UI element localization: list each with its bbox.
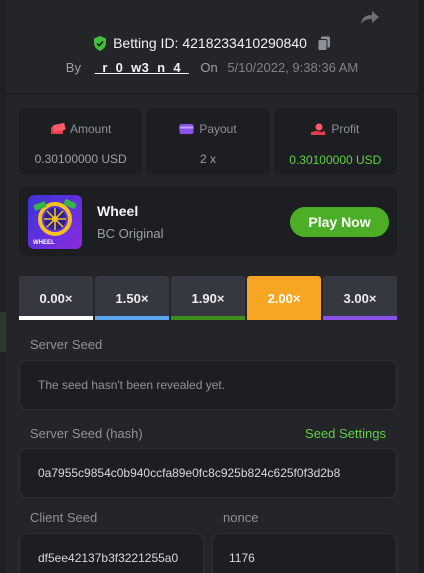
- nonce-field[interactable]: 1176: [212, 533, 397, 573]
- nonce-label: nonce: [223, 510, 259, 525]
- payout-tab-4[interactable]: 3.00×: [323, 276, 397, 320]
- username-link[interactable]: _r_0_w3_n_4_: [95, 60, 189, 75]
- stat-amount: Amount 0.30100000 USD: [19, 108, 143, 175]
- bet-id-text: Betting ID: 4218233410290840: [113, 35, 307, 51]
- stat-amount-label: Amount: [69, 122, 112, 136]
- server-seed-field[interactable]: The seed hasn't been revealed yet.: [19, 360, 397, 410]
- bet-date: 5/10/2022, 9:38:36 AM: [227, 60, 359, 75]
- payout-tab-label: 0.00×: [39, 290, 73, 306]
- copy-icon[interactable]: [317, 36, 331, 51]
- payout-tab-1[interactable]: 1.50×: [95, 276, 169, 320]
- payout-color-bar: [19, 316, 93, 320]
- thumb-text: WHEEL: [33, 240, 55, 246]
- share-icon[interactable]: [358, 8, 382, 28]
- payout-tab-3[interactable]: 2.00×: [247, 276, 321, 320]
- server-seed-hash-field[interactable]: 0a7955c9854c0b940ccfa89e0fc8c925b824c625…: [19, 448, 397, 498]
- bet-id-row: Betting ID: 4218233410290840: [6, 35, 418, 54]
- bet-details-panel: Betting ID: 4218233410290840 By _r_0_w3_…: [6, 0, 418, 573]
- payout-tab-label: 1.90×: [191, 290, 225, 306]
- seed-settings-link[interactable]: Seed Settings: [305, 426, 386, 441]
- stat-payout-label: Payout: [199, 122, 237, 136]
- payout-tab-label: 3.00×: [343, 290, 377, 306]
- server-seed-label: Server Seed: [30, 337, 103, 352]
- payout-tab-2[interactable]: 1.90×: [171, 276, 245, 320]
- stat-payout-value: 2 x: [199, 152, 216, 166]
- stat-profit: Profit 0.30100000 USD: [273, 108, 397, 175]
- stat-amount-value: 0.30100000 USD: [34, 152, 127, 166]
- wheel-game-thumbnail[interactable]: WHEEL: [28, 195, 82, 249]
- bet-stats: Amount 0.30100000 USD Payout 2 x Profit …: [19, 108, 397, 175]
- stat-payout: Payout 2 x: [146, 108, 270, 175]
- payout-tabs: 0.00× 1.50× 1.90× 2.00× 3.00×: [19, 276, 397, 320]
- money-stack-icon: [50, 123, 66, 135]
- server-seed-hash-label: Server Seed (hash): [30, 426, 143, 441]
- wallet-icon: [179, 123, 194, 135]
- client-seed-label: Client Seed: [30, 510, 98, 525]
- verified-shield-icon: [93, 35, 107, 51]
- payout-tab-label: 2.00×: [267, 290, 301, 306]
- background-edge-right: [418, 0, 424, 573]
- play-now-button[interactable]: Play Now: [290, 207, 389, 237]
- on-label: On: [200, 60, 218, 75]
- payout-color-bar: [323, 316, 397, 320]
- client-seed-field[interactable]: df5ee42137b3f3221255a0: [19, 533, 204, 573]
- hand-coin-icon: [311, 123, 326, 135]
- payout-tab-label: 1.50×: [115, 290, 149, 306]
- bettor-row: By _r_0_w3_n_4_ On 5/10/2022, 9:38:36 AM: [6, 60, 418, 75]
- header-divider: [6, 94, 418, 95]
- stat-profit-value: 0.30100000 USD: [289, 153, 382, 167]
- payout-tab-0[interactable]: 0.00×: [19, 276, 93, 320]
- payout-color-bar: [171, 316, 245, 320]
- by-label: By: [65, 60, 81, 75]
- payout-color-bar: [247, 316, 321, 320]
- game-card: WHEEL Wheel BC Original Play Now: [19, 186, 397, 256]
- game-name: Wheel: [97, 203, 139, 219]
- game-subtitle: BC Original: [97, 226, 164, 241]
- stat-profit-label: Profit: [331, 122, 360, 136]
- payout-color-bar: [95, 316, 169, 320]
